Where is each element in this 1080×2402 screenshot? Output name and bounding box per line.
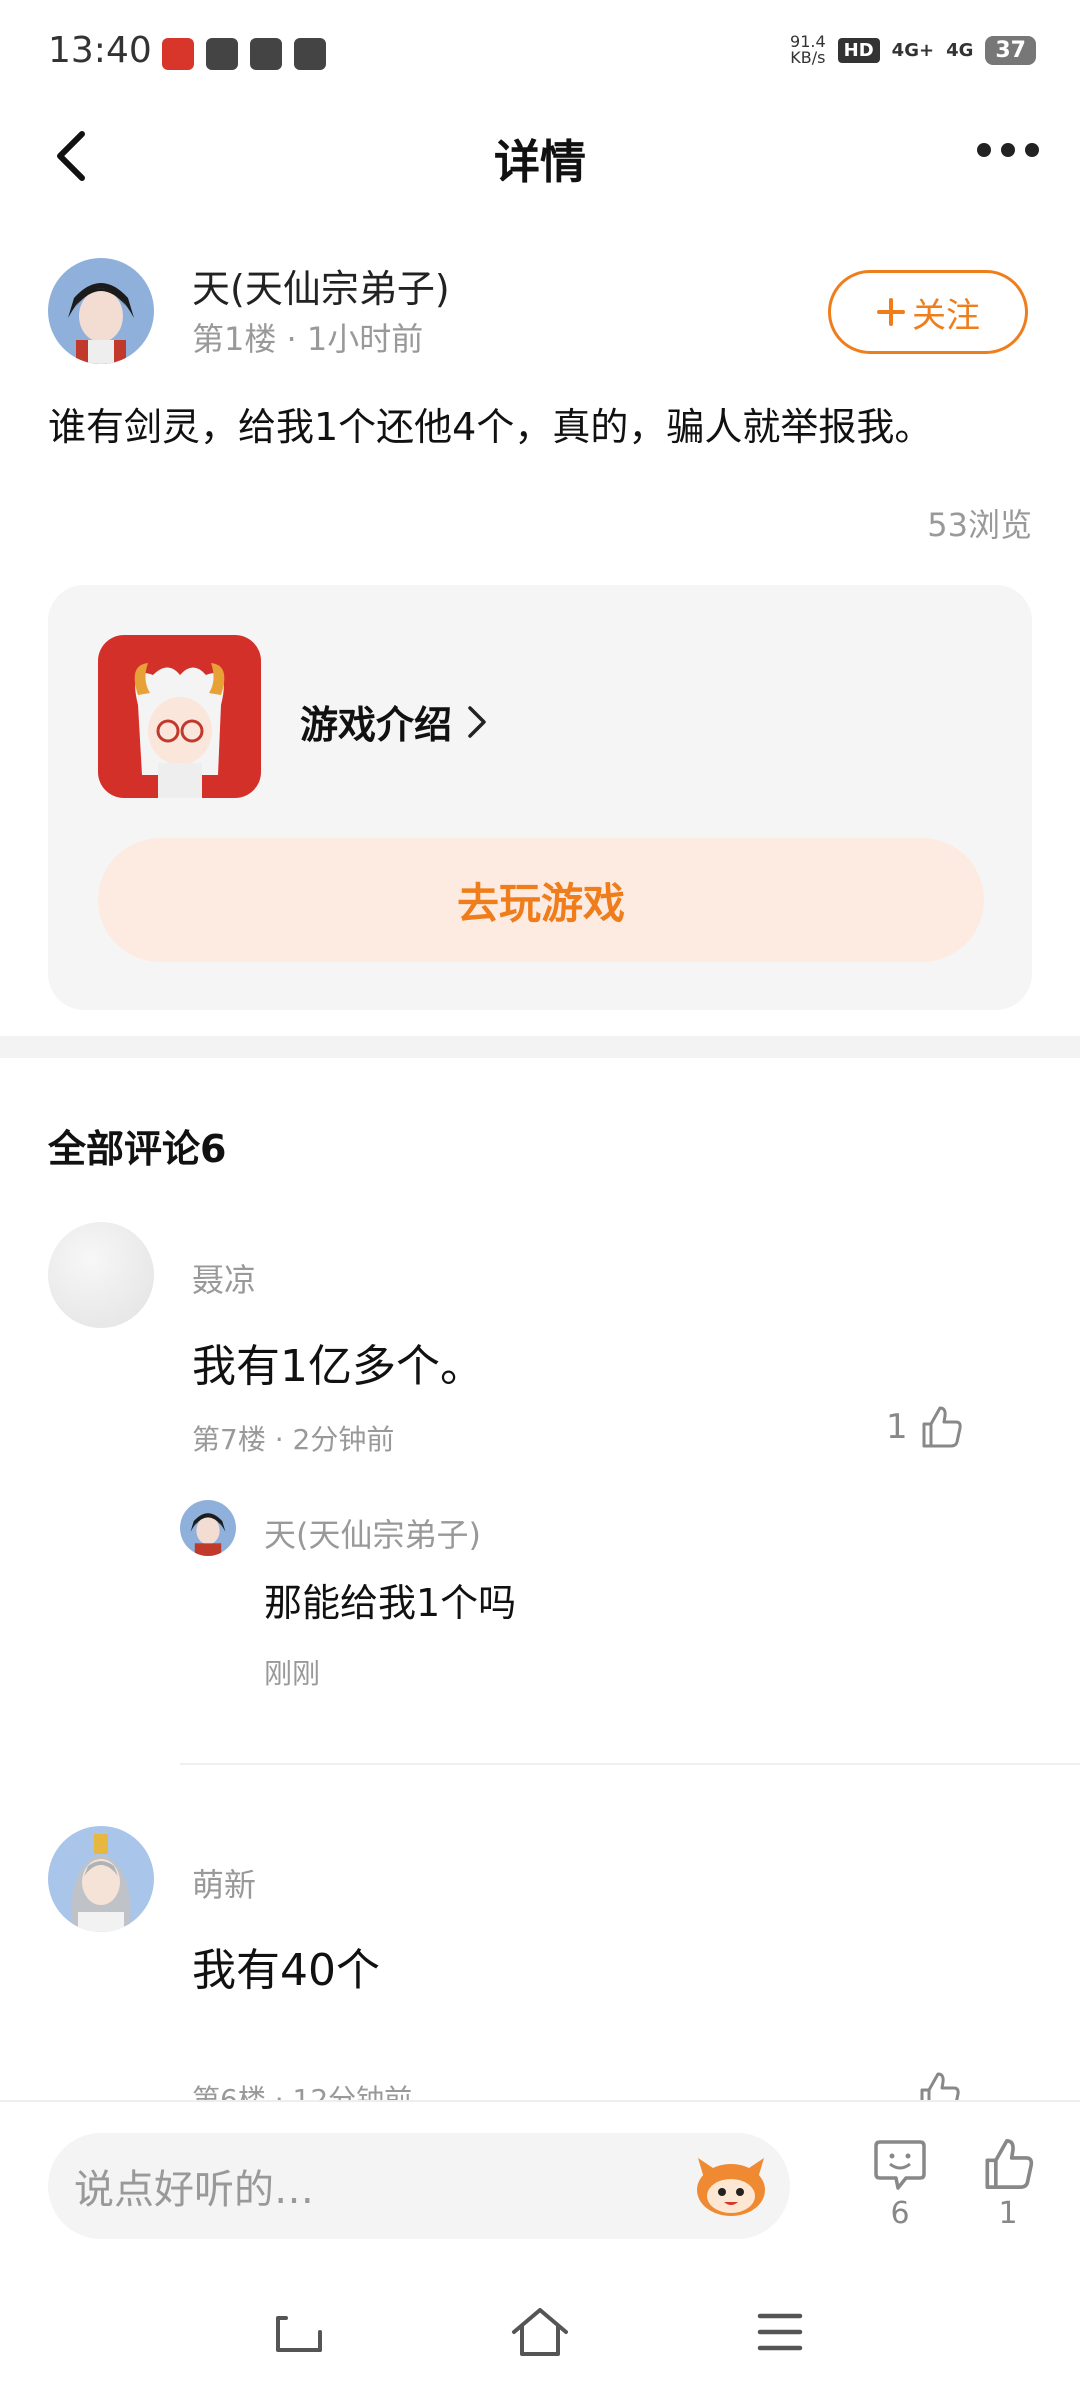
commenter-avatar[interactable] [48, 1826, 154, 1932]
section-divider [0, 1036, 1080, 1058]
home-icon [512, 2308, 568, 2356]
thumbs-up-icon[interactable] [916, 2070, 962, 2100]
thumbs-up-icon [922, 1406, 962, 1448]
comment-meta-row-clipped: 第6楼 · 12分钟前 [0, 2060, 1080, 2100]
like-button[interactable]: 1 [980, 2136, 1036, 2231]
system-back-button[interactable] [272, 2310, 328, 2362]
author-avatar[interactable] [48, 258, 154, 364]
comment-bubble-icon [874, 2140, 926, 2190]
status-time: 13:40 [48, 30, 152, 71]
post-meta: 第1楼 · 1小时前 [192, 320, 424, 358]
commenter-name[interactable]: 萌新 [192, 1860, 256, 1906]
game-intro-label: 游戏介绍 [300, 703, 453, 747]
follow-button[interactable]: 关注 [828, 270, 1028, 354]
commenter-name[interactable]: 聂凉 [192, 1255, 256, 1301]
comment-count-button[interactable]: 6 [872, 2136, 928, 2231]
comment-text: 我有40个 [192, 1945, 380, 1996]
comments-header: 全部评论6 [48, 1127, 227, 1171]
mascot-emoji-icon[interactable] [692, 2152, 770, 2220]
news-app-icon [162, 38, 194, 70]
play-app-icon [206, 38, 238, 70]
video-app-icon [294, 38, 326, 70]
page-title: 详情 [494, 135, 586, 189]
commenter-avatar[interactable] [48, 1222, 154, 1328]
comment-input[interactable]: 说点好听的… [48, 2133, 790, 2239]
battery-icon: 37 [985, 35, 1036, 65]
reply-user[interactable]: 天(天仙宗弟子) [264, 1510, 481, 1556]
system-menu-button[interactable] [756, 2310, 804, 2358]
post-content: 谁有剑灵，给我1个还他4个，真的，骗人就举报我。 [48, 405, 933, 449]
reply-time: 刚刚 [264, 1657, 321, 1690]
game-icon[interactable] [98, 635, 261, 798]
play-game-button[interactable]: 去玩游戏 [98, 838, 984, 962]
notification-icons [162, 38, 326, 70]
reply-text: 那能给我1个吗 [264, 1581, 517, 1625]
comment-meta: 第7楼 · 2分钟前 [192, 1423, 395, 1456]
comment-like-button[interactable]: 1 [886, 1404, 964, 1450]
leaf-app-icon [250, 38, 282, 70]
system-home-button[interactable] [510, 2306, 570, 2362]
comment-divider [180, 1763, 1080, 1765]
game-intro-link[interactable]: 游戏介绍 [300, 694, 488, 749]
like-count: 1 [998, 2196, 1018, 2231]
author-name[interactable]: 天(天仙宗弟子) [192, 258, 450, 313]
chevron-right-icon [468, 705, 486, 738]
more-button[interactable] [976, 140, 1040, 164]
view-count: 53浏览 [927, 506, 1032, 544]
comment-input-placeholder: 说点好听的… [74, 2167, 314, 2213]
follow-label: 关注 [912, 295, 980, 336]
hd-icon: HD [837, 37, 880, 63]
comment-count: 6 [890, 2196, 910, 2231]
system-indicators: 91.4 KB/s HD 4G+ 4G 37 [790, 34, 1036, 66]
thumbs-up-icon [985, 2139, 1034, 2189]
net-speed-unit: KB/s [790, 48, 826, 67]
comment-meta: 第6楼 · 12分钟前 [192, 2083, 413, 2100]
menu-icon [757, 2313, 803, 2351]
plus-icon [877, 298, 905, 326]
comment-text: 我有1亿多个。 [192, 1341, 484, 1392]
reply-avatar[interactable] [180, 1500, 236, 1556]
net-speed: 91.4 KB/s [790, 34, 826, 66]
more-dots-icon [977, 143, 1039, 157]
signal-icon-1: 4G+ [891, 39, 935, 61]
comment-like-count: 1 [886, 1407, 908, 1447]
back-gesture-icon [276, 2316, 322, 2352]
signal-icon-2: 4G [946, 39, 974, 61]
